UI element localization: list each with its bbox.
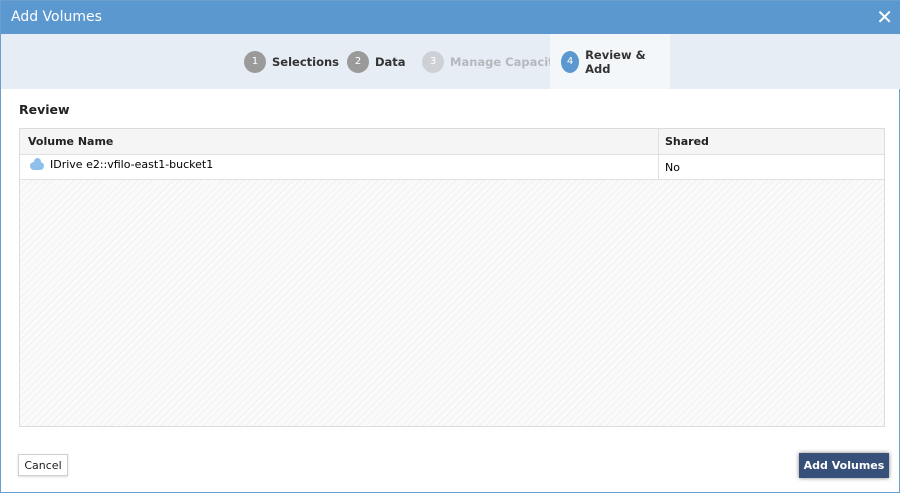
step-label: Data (375, 54, 406, 69)
section-title: Review (19, 102, 70, 117)
table-header: Volume Name Shared (20, 129, 884, 155)
step-label: Manage Capacity (450, 54, 562, 69)
step-selections[interactable]: 1 Selections (244, 34, 339, 89)
step-number: 2 (347, 50, 369, 73)
step-data[interactable]: 2 Data (347, 34, 406, 89)
volume-name: IDrive e2::vfilo-east1-bucket1 (50, 158, 214, 171)
cloud-icon (30, 158, 44, 170)
volume-name-cell: IDrive e2::vfilo-east1-bucket1 (20, 155, 658, 179)
cancel-button[interactable]: Cancel (18, 454, 68, 476)
column-shared[interactable]: Shared (658, 129, 884, 154)
close-icon[interactable]: ✕ (876, 1, 893, 34)
step-label: Selections (272, 54, 340, 69)
step-number: 4 (561, 50, 580, 73)
wizard-steps: 1 Selections 2 Data 3 Manage Capacity 4 Revi… (1, 34, 900, 89)
step-manage-capacity: 3 Manage Capacity (422, 34, 561, 89)
shared-cell: No (658, 155, 884, 179)
dialog-titlebar: Add Volumes ✕ (1, 1, 900, 34)
step-review-add[interactable]: 4 Review & Add (550, 34, 670, 89)
add-volumes-button[interactable]: Add Volumes (799, 453, 889, 478)
step-number: 1 (244, 50, 266, 73)
table-row[interactable]: IDrive e2::vfilo-east1-bucket1 No (20, 155, 884, 180)
dialog-title: Add Volumes (11, 9, 102, 25)
review-table: Volume Name Shared IDrive e2::vfilo-east… (19, 128, 885, 427)
column-volume-name[interactable]: Volume Name (20, 129, 658, 154)
step-label: Review & Add (585, 47, 646, 76)
step-number: 3 (422, 50, 444, 73)
